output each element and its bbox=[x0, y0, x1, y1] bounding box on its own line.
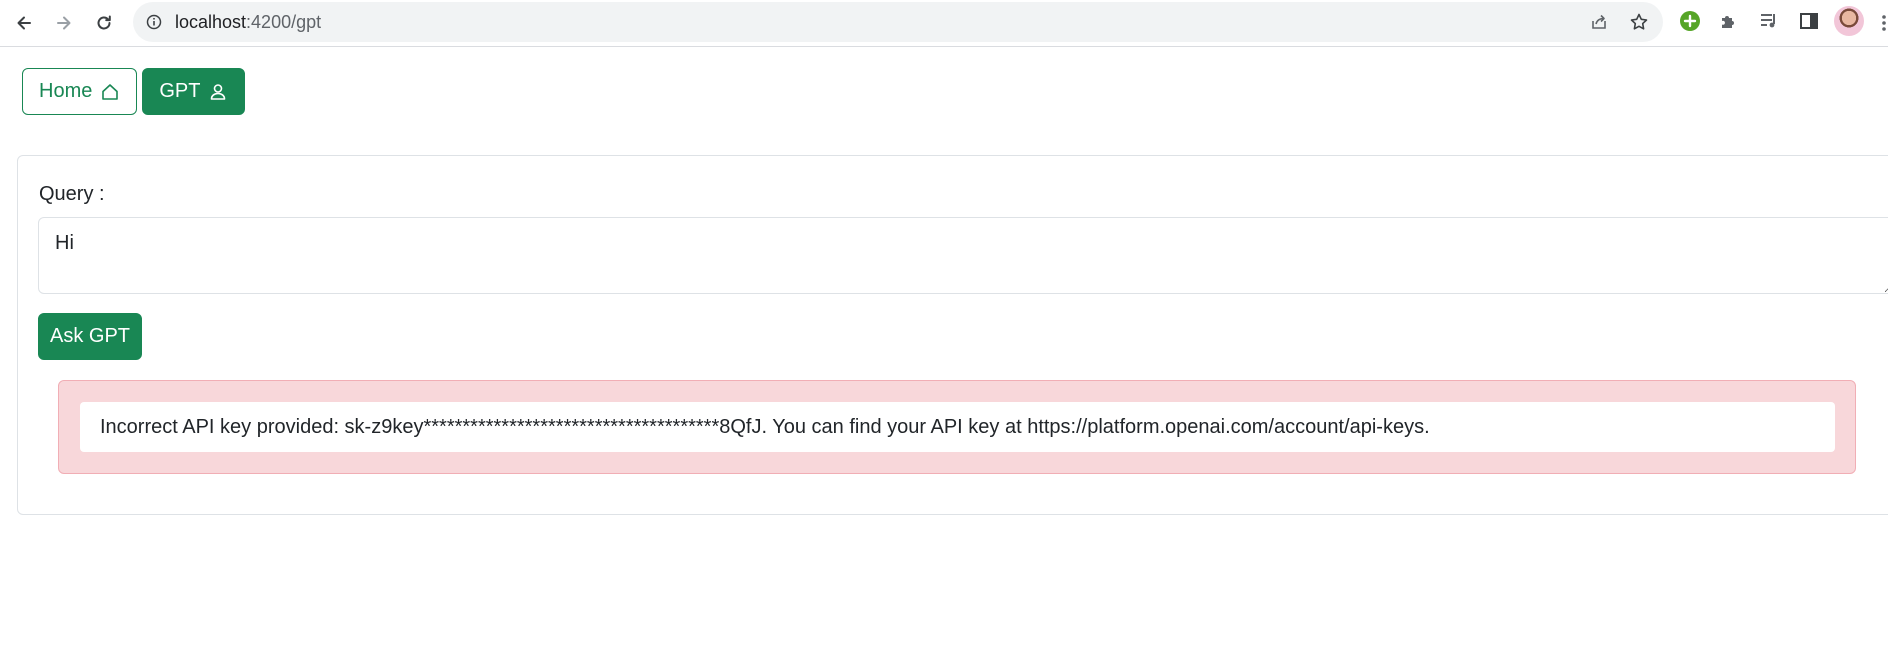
query-label: Query : bbox=[39, 183, 105, 205]
more-menu-icon[interactable] bbox=[1880, 12, 1888, 34]
error-message: Incorrect API key provided: sk-z9key****… bbox=[80, 402, 1835, 452]
query-textarea[interactable]: Hi bbox=[38, 217, 1888, 294]
query-card: Query : Hi Ask GPT Incorrect API key pro… bbox=[17, 155, 1888, 515]
error-alert: Incorrect API key provided: sk-z9key****… bbox=[58, 380, 1856, 474]
url-path: :4200/gpt bbox=[246, 12, 322, 32]
arrow-left-icon bbox=[17, 16, 31, 30]
gpt-button-label: GPT bbox=[159, 80, 201, 102]
media-queue-icon[interactable] bbox=[1758, 10, 1780, 32]
gpt-button[interactable]: GPT bbox=[142, 68, 246, 115]
person-icon bbox=[211, 83, 226, 100]
plus-circle-icon[interactable] bbox=[1679, 10, 1701, 32]
url-text[interactable]: localhost:4200/gpt bbox=[175, 12, 321, 32]
home-button[interactable]: Home bbox=[22, 68, 138, 115]
reload-icon bbox=[97, 15, 111, 30]
home-icon bbox=[102, 83, 119, 100]
forward-button[interactable] bbox=[49, 8, 79, 38]
reload-button[interactable] bbox=[89, 8, 119, 38]
url-host: localhost bbox=[175, 12, 247, 32]
page-nav: Home GPT bbox=[22, 68, 246, 115]
browser-toolbar: localhost:4200/gpt bbox=[0, 0, 1888, 47]
puzzle-icon[interactable] bbox=[1718, 10, 1740, 32]
info-icon[interactable] bbox=[146, 14, 162, 30]
share-icon[interactable] bbox=[1589, 12, 1609, 32]
arrow-right-icon bbox=[57, 16, 71, 30]
star-icon[interactable] bbox=[1629, 12, 1649, 32]
ask-gpt-button[interactable]: Ask GPT bbox=[38, 313, 142, 360]
address-bar[interactable]: localhost:4200/gpt bbox=[133, 2, 1663, 42]
side-panel-icon[interactable] bbox=[1798, 10, 1820, 32]
back-button[interactable] bbox=[9, 8, 39, 38]
avatar[interactable] bbox=[1834, 6, 1864, 36]
home-button-label: Home bbox=[39, 80, 93, 102]
